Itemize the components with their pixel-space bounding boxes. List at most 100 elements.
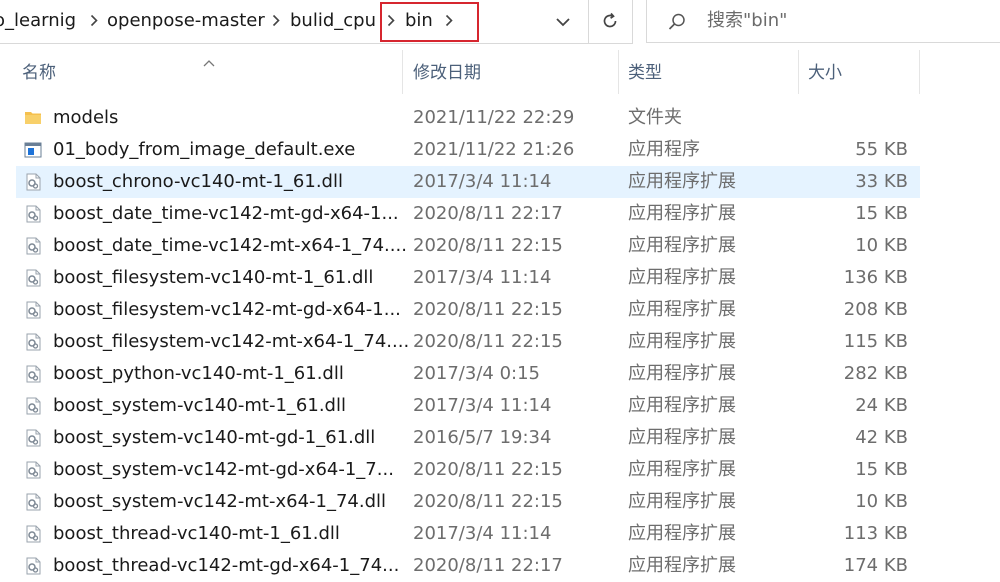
file-type: 应用程序扩展 <box>628 171 736 192</box>
file-type: 应用程序扩展 <box>628 395 736 416</box>
file-name: boost_system-vc140-mt-gd-1_61.dll <box>53 427 376 448</box>
file-row[interactable]: boost_system-vc140-mt-1_61.dll 2017/3/4 1… <box>16 390 920 422</box>
file-type: 应用程序扩展 <box>628 427 736 448</box>
file-date: 2020/8/11 22:15 <box>413 491 563 512</box>
file-size: 208 KB <box>843 299 908 320</box>
file-row[interactable]: boost_filesystem-vc142-mt-gd-x64-1... 202… <box>16 294 920 326</box>
column-header-type[interactable]: 类型 <box>619 50 798 94</box>
exe-icon <box>24 141 42 159</box>
file-size: 282 KB <box>843 363 908 384</box>
file-date: 2016/5/7 19:34 <box>413 427 552 448</box>
file-name: boost_system-vc140-mt-1_61.dll <box>53 395 346 416</box>
file-row[interactable]: boost_python-vc140-mt-1_61.dll 2017/3/4 0… <box>16 358 920 390</box>
file-type: 应用程序扩展 <box>628 299 736 320</box>
dll-icon <box>24 237 42 255</box>
dll-icon <box>24 205 42 223</box>
file-name: boost_filesystem-vc142-mt-gd-x64-1... <box>53 299 401 320</box>
dll-icon <box>24 269 42 287</box>
search-input[interactable]: 搜索"bin" <box>646 0 1000 43</box>
file-size: 136 KB <box>843 267 908 288</box>
file-date: 2021/11/22 21:26 <box>413 139 575 160</box>
breadcrumb-separator-icon[interactable] <box>272 14 280 27</box>
column-header-size[interactable]: 大小 <box>799 50 919 94</box>
column-type-label: 类型 <box>628 63 662 83</box>
breadcrumb-item-bulid-cpu[interactable]: bulid_cpu <box>290 9 376 33</box>
file-name: boost_thread-vc140-mt-1_61.dll <box>53 523 340 544</box>
file-name: 01_body_from_image_default.exe <box>53 139 356 160</box>
chevron-down-icon[interactable] <box>553 13 573 31</box>
file-name: boost_date_time-vc142-mt-gd-x64-1... <box>53 203 399 224</box>
file-name: boost_system-vc142-mt-gd-x64-1_7... <box>53 459 394 480</box>
dll-icon <box>24 525 42 543</box>
file-row[interactable]: 01_body_from_image_default.exe 2021/11/22… <box>16 134 920 166</box>
breadcrumb-separator-icon[interactable] <box>90 14 98 27</box>
file-date: 2017/3/4 11:14 <box>413 523 552 544</box>
column-name-label: 名称 <box>22 63 56 83</box>
file-size: 33 KB <box>855 171 908 192</box>
file-type: 应用程序 <box>628 139 700 160</box>
file-type: 文件夹 <box>628 107 682 128</box>
file-row[interactable]: boost_system-vc140-mt-gd-1_61.dll 2016/5/… <box>16 422 920 454</box>
breadcrumb-item-openpose-master[interactable]: openpose-master <box>107 9 265 33</box>
file-date: 2017/3/4 11:14 <box>413 395 552 416</box>
file-date: 2020/8/11 22:15 <box>413 299 563 320</box>
file-row[interactable]: boost_thread-vc140-mt-1_61.dll 2017/3/4 1… <box>16 518 920 550</box>
refresh-icon <box>600 11 620 31</box>
file-type: 应用程序扩展 <box>628 459 736 480</box>
file-type: 应用程序扩展 <box>628 491 736 512</box>
file-type: 应用程序扩展 <box>628 203 736 224</box>
file-date: 2017/3/4 0:15 <box>413 363 540 384</box>
folder-icon <box>24 109 42 127</box>
file-row[interactable]: boost_chrono-vc140-mt-1_61.dll 2017/3/4 1… <box>16 166 920 198</box>
column-header-name[interactable]: 名称 <box>0 50 402 94</box>
file-name: boost_thread-vc142-mt-gd-x64-1_74... <box>53 555 400 576</box>
file-size: 42 KB <box>855 427 908 448</box>
file-size: 55 KB <box>855 139 908 160</box>
file-size: 174 KB <box>843 555 908 576</box>
file-date: 2020/8/11 22:15 <box>413 459 563 480</box>
dll-icon <box>24 301 42 319</box>
file-name: boost_python-vc140-mt-1_61.dll <box>53 363 344 384</box>
file-type: 应用程序扩展 <box>628 555 736 576</box>
column-date-label: 修改日期 <box>413 63 481 83</box>
refresh-button[interactable] <box>588 0 632 43</box>
file-name: boost_filesystem-vc142-mt-x64-1_74.... <box>53 331 410 352</box>
file-row[interactable]: boost_system-vc142-mt-x64-1_74.dll 2020/8… <box>16 486 920 518</box>
file-date: 2020/8/11 22:17 <box>413 555 563 576</box>
dll-icon <box>24 365 42 383</box>
file-type: 应用程序扩展 <box>628 363 736 384</box>
file-size: 24 KB <box>855 395 908 416</box>
search-icon <box>667 12 687 32</box>
breadcrumb-item-o-learnig[interactable]: o_learnig <box>0 9 76 33</box>
file-size: 113 KB <box>843 523 908 544</box>
file-type: 应用程序扩展 <box>628 523 736 544</box>
dll-icon <box>24 461 42 479</box>
file-row[interactable]: boost_filesystem-vc142-mt-x64-1_74.... 20… <box>16 326 920 358</box>
file-row[interactable]: boost_date_time-vc142-mt-gd-x64-1... 2020… <box>16 198 920 230</box>
column-size-label: 大小 <box>808 63 842 83</box>
search-placeholder: 搜索"bin" <box>707 10 788 31</box>
file-type: 应用程序扩展 <box>628 267 736 288</box>
file-row[interactable]: boost_filesystem-vc140-mt-1_61.dll 2017/3… <box>16 262 920 294</box>
file-date: 2020/8/11 22:15 <box>413 331 563 352</box>
file-type: 应用程序扩展 <box>628 331 736 352</box>
file-name: boost_date_time-vc142-mt-x64-1_74.... <box>53 235 407 256</box>
file-date: 2017/3/4 11:14 <box>413 171 552 192</box>
file-row[interactable]: models 2021/11/22 22:29 文件夹 <box>16 102 920 134</box>
sort-up-icon <box>203 52 215 67</box>
dll-icon <box>24 493 42 511</box>
column-header: 名称 修改日期 类型 大小 <box>0 50 1000 94</box>
column-header-date[interactable]: 修改日期 <box>403 50 618 94</box>
file-date: 2021/11/22 22:29 <box>413 107 575 128</box>
file-row[interactable]: boost_date_time-vc142-mt-x64-1_74.... 202… <box>16 230 920 262</box>
annotation-highlight-box <box>380 2 479 42</box>
address-bar[interactable]: o_learnig openpose-master bulid_cpu bin <box>0 0 633 44</box>
file-name: boost_filesystem-vc140-mt-1_61.dll <box>53 267 374 288</box>
file-row[interactable]: boost_thread-vc142-mt-gd-x64-1_74... 2020… <box>16 550 920 582</box>
dll-icon <box>24 173 42 191</box>
column-divider[interactable] <box>919 50 920 94</box>
dll-icon <box>24 397 42 415</box>
file-size: 115 KB <box>843 331 908 352</box>
file-name: boost_system-vc142-mt-x64-1_74.dll <box>53 491 387 512</box>
file-row[interactable]: boost_system-vc142-mt-gd-x64-1_7... 2020/… <box>16 454 920 486</box>
